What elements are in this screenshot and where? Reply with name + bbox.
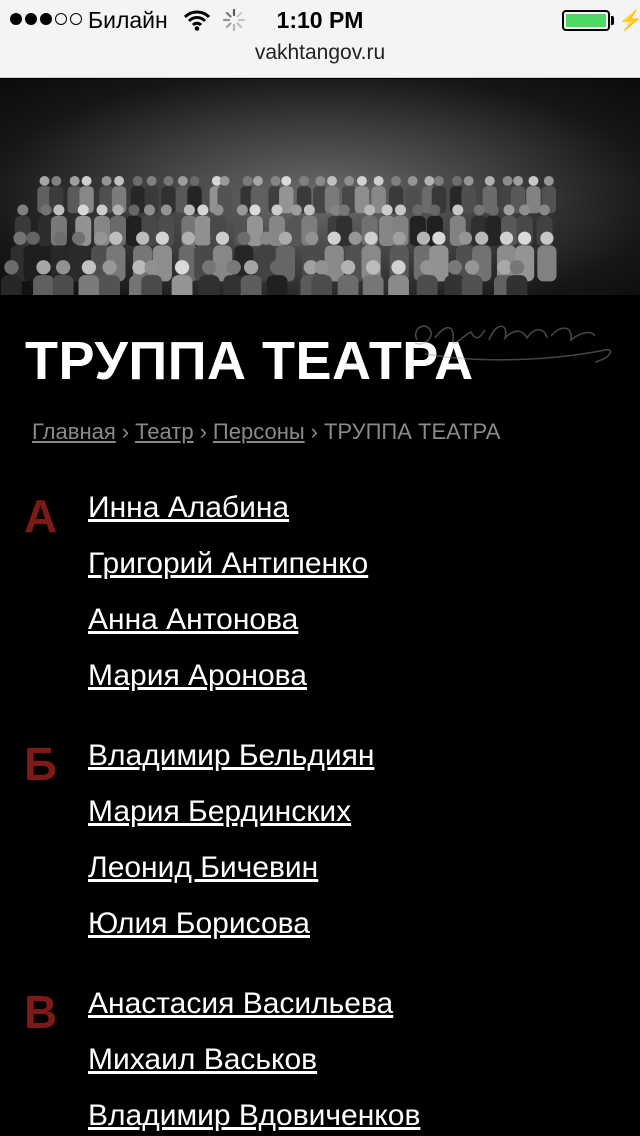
- clock: 1:10 PM: [276, 7, 364, 33]
- breadcrumb-link-persons[interactable]: Персоны: [213, 419, 305, 444]
- breadcrumb-link-home[interactable]: Главная: [32, 419, 116, 444]
- breadcrumb-link-theatre[interactable]: Театр: [135, 419, 194, 444]
- person-link[interactable]: Владимир Вдовиченков: [88, 1101, 420, 1131]
- person-link[interactable]: Инна Алабина: [88, 493, 289, 523]
- breadcrumb-current: ТРУППА ТЕАТРА: [323, 419, 501, 444]
- troupe-group-photo: [0, 79, 640, 295]
- vakhtangov-signature-logo: [414, 325, 612, 363]
- person-link[interactable]: Леонид Бичевин: [88, 853, 318, 883]
- breadcrumb-separator: ›: [310, 419, 318, 444]
- breadcrumb: Главная › Театр › Персоны › ТРУППА ТЕАТРА: [32, 419, 500, 445]
- person-link[interactable]: Григорий Антипенко: [88, 549, 368, 579]
- charging-bolt-icon: ⚡: [618, 10, 640, 32]
- address-bar[interactable]: vakhtangov.ru: [0, 40, 640, 78]
- person-link[interactable]: Михаил Васьков: [88, 1045, 317, 1075]
- person-link[interactable]: Мария Бердинских: [88, 797, 351, 827]
- group-letter: А: [24, 490, 58, 542]
- person-link[interactable]: Владимир Бельдиян: [88, 741, 374, 771]
- person-link[interactable]: Юлия Борисова: [88, 909, 310, 939]
- battery-tip: [611, 16, 614, 25]
- person-link[interactable]: Мария Аронова: [88, 661, 307, 691]
- group-letter: Б: [24, 738, 58, 790]
- breadcrumb-separator: ›: [121, 419, 130, 444]
- breadcrumb-separator: ›: [199, 419, 207, 444]
- group-letter: В: [24, 986, 58, 1038]
- person-link[interactable]: Анна Антонова: [88, 605, 298, 635]
- status-bar: Билайн 1:10 PM ⚡: [0, 0, 640, 40]
- url-text: vakhtangov.ru: [254, 41, 386, 64]
- battery-icon: [562, 10, 610, 31]
- person-link[interactable]: Анастасия Васильева: [88, 989, 393, 1019]
